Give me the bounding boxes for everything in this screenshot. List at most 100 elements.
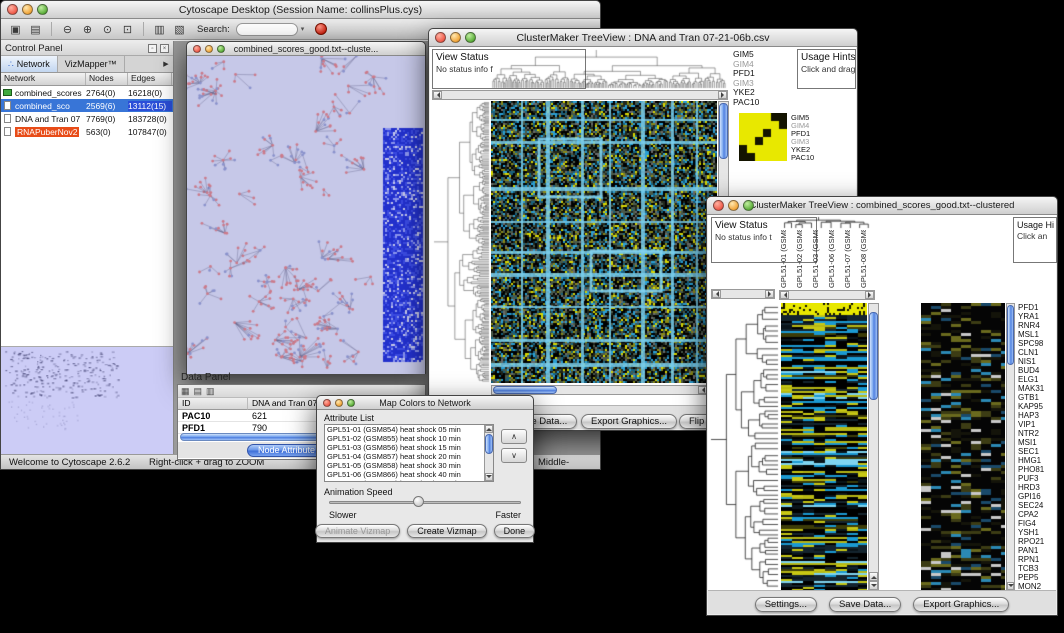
save-data-button[interactable]: Save Data... <box>829 597 901 612</box>
minimize-button[interactable] <box>22 4 33 15</box>
vertical-scrollbar[interactable] <box>1006 303 1015 591</box>
scroll-left-icon[interactable] <box>433 91 442 99</box>
vertical-scrollbar[interactable] <box>484 425 493 481</box>
gene-label[interactable]: TCB3 <box>1018 564 1058 573</box>
minimize-button[interactable] <box>728 200 739 211</box>
snapshot-icon[interactable]: ▥ <box>151 21 168 37</box>
zoom-out-icon[interactable]: ⊖ <box>59 21 76 37</box>
scroll-thumb[interactable] <box>719 103 728 159</box>
create-vizmap-button[interactable]: Create Vizmap <box>407 524 486 538</box>
open-session-icon[interactable]: ▤ <box>27 21 44 37</box>
table-cols-icon[interactable]: ▥ <box>206 386 215 397</box>
close-button[interactable] <box>713 200 724 211</box>
new-session-icon[interactable]: ▣ <box>7 21 24 37</box>
zoom-button[interactable] <box>217 45 225 53</box>
scroll-thumb[interactable] <box>493 386 557 394</box>
main-title-bar[interactable]: Cytoscape Desktop (Session Name: collins… <box>1 1 600 19</box>
row-dendrogram-canvas[interactable] <box>710 303 779 591</box>
scroll-down-icon[interactable] <box>869 581 878 590</box>
heatmap-canvas[interactable] <box>491 101 717 383</box>
network-row[interactable]: RNAPuberNov2 563(0) 107847(0) <box>1 125 173 138</box>
attribute-list-item[interactable]: GPL51-01 (GSM854) heat shock 05 min <box>325 425 483 434</box>
column-dendrogram-canvas[interactable] <box>491 49 727 89</box>
treeview-dna-title-bar[interactable]: ClusterMaker TreeView : DNA and Tran 07-… <box>429 29 857 47</box>
network-overview-canvas[interactable] <box>1 347 173 454</box>
scroll-right-icon[interactable] <box>865 291 874 299</box>
gene-label[interactable]: GPI16 <box>1018 492 1058 501</box>
attribute-list-item[interactable]: GPL51-03 (GSM856) heat shock 15 min <box>325 443 483 452</box>
correlation-matrix-canvas[interactable] <box>739 113 787 161</box>
tab-network[interactable]: ∴ Network <box>1 56 58 72</box>
scroll-thumb[interactable] <box>485 434 493 454</box>
search-input[interactable] <box>236 23 298 36</box>
scroll-down-icon[interactable] <box>1007 582 1014 590</box>
done-button[interactable]: Done <box>494 524 536 538</box>
dialog-title-bar[interactable]: Map Colors to Network <box>317 396 533 410</box>
network-row[interactable]: DNA and Tran 07 7769(0) 183728(0) <box>1 112 173 125</box>
gene-label[interactable]: FIG4 <box>1018 519 1058 528</box>
gene-label[interactable]: PAC10 <box>733 98 789 108</box>
search-dropdown-icon[interactable]: ▾ <box>301 25 305 33</box>
gene-label[interactable]: RNR4 <box>1018 321 1058 330</box>
gene-label[interactable]: KAP95 <box>1018 402 1058 411</box>
gene-label[interactable]: YRA1 <box>1018 312 1058 321</box>
scroll-up-icon[interactable] <box>485 425 493 433</box>
attribute-list-item[interactable]: GPL51-07 (GSM868) heat shock 60 min <box>325 479 483 482</box>
gene-label[interactable]: CPA2 <box>1018 510 1058 519</box>
annotation-icon[interactable]: ▧ <box>171 21 188 37</box>
close-button[interactable] <box>323 399 331 407</box>
close-button[interactable] <box>435 32 446 43</box>
close-button[interactable] <box>193 45 201 53</box>
float-panel-icon[interactable]: ▫ <box>148 44 157 53</box>
horizontal-scrollbar[interactable] <box>491 385 717 395</box>
network-row-selected[interactable]: combined_sco 2569(6) 13112(15) <box>1 99 173 112</box>
gene-label[interactable]: RPO21 <box>1018 537 1058 546</box>
zoom-button[interactable] <box>37 4 48 15</box>
zoom-button[interactable] <box>465 32 476 43</box>
gene-label[interactable]: RPN1 <box>1018 555 1058 564</box>
gene-label[interactable]: SEC1 <box>1018 447 1058 456</box>
minimize-button[interactable] <box>450 32 461 43</box>
move-down-button[interactable]: ∨ <box>501 448 527 463</box>
scroll-down-icon[interactable] <box>485 473 493 481</box>
settings-button[interactable]: Settings... <box>755 597 817 612</box>
scroll-thumb[interactable] <box>1007 305 1014 365</box>
gene-label[interactable]: MAK31 <box>1018 384 1058 393</box>
tab-overflow-icon[interactable]: ▶ <box>159 56 173 72</box>
speed-slider-track[interactable] <box>329 501 521 504</box>
zoom-selected-icon[interactable]: ⊡ <box>119 21 136 37</box>
minimize-button[interactable] <box>335 399 343 407</box>
minimize-button[interactable] <box>205 45 213 53</box>
network-view-title-bar[interactable]: combined_scores_good.txt--cluste... <box>187 42 425 56</box>
gene-label[interactable]: PHO81 <box>1018 465 1058 474</box>
attribute-list-item[interactable]: GPL51-05 (GSM858) heat shock 30 min <box>325 461 483 470</box>
row-dendrogram-canvas[interactable] <box>433 101 490 383</box>
export-graphics-button[interactable]: Export Graphics... <box>581 414 677 429</box>
gene-label[interactable]: SPC98 <box>1018 339 1058 348</box>
scroll-up-icon[interactable] <box>869 572 878 581</box>
column-dendrogram-canvas[interactable] <box>779 216 873 229</box>
network-row[interactable]: combined_scores 2764(0) 16218(0) <box>1 86 173 99</box>
gene-label[interactable]: VIP1 <box>1018 420 1058 429</box>
network-canvas[interactable] <box>187 56 425 374</box>
gene-label[interactable]: MSL1 <box>1018 330 1058 339</box>
gene-label[interactable]: PFD1 <box>1018 303 1058 312</box>
zoom-button[interactable] <box>347 399 355 407</box>
treeview-combined-title-bar[interactable]: ClusterMaker TreeView : combined_scores_… <box>707 197 1057 215</box>
gene-label[interactable]: PAN1 <box>1018 546 1058 555</box>
zoom-button[interactable] <box>743 200 754 211</box>
table-rows-icon[interactable]: ▤ <box>194 386 203 397</box>
horizontal-scrollbar[interactable] <box>711 289 775 299</box>
gene-label[interactable]: MSI1 <box>1018 438 1058 447</box>
scroll-thumb[interactable] <box>869 312 878 400</box>
gene-label[interactable]: ELG1 <box>1018 375 1058 384</box>
secondary-heatmap-canvas[interactable] <box>921 303 1005 591</box>
network-tree-area[interactable] <box>1 138 173 347</box>
speed-slider-thumb[interactable] <box>413 496 424 507</box>
gene-label[interactable]: GTB1 <box>1018 393 1058 402</box>
gene-label[interactable]: NIS1 <box>1018 357 1058 366</box>
table-grid-icon[interactable]: ▦ <box>181 386 190 397</box>
gene-label[interactable]: CLN1 <box>1018 348 1058 357</box>
gene-label[interactable]: PEP5 <box>1018 573 1058 582</box>
red-circle-icon[interactable] <box>315 23 327 35</box>
